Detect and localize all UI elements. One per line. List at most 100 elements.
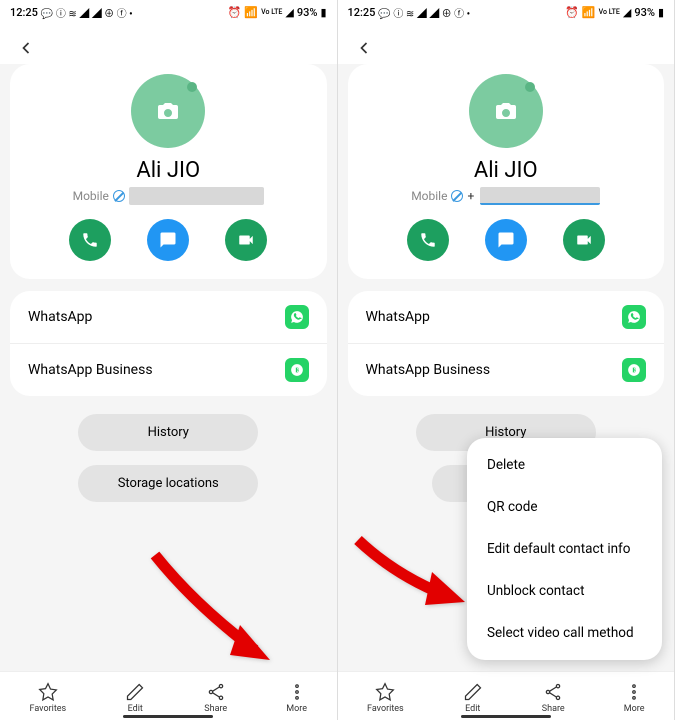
contact-avatar[interactable] [469,74,543,148]
business-label: WhatsApp Business [28,362,153,378]
app-section: WhatsApp WhatsApp Business [10,291,327,396]
contact-avatar[interactable] [131,74,205,148]
phone-plus: + [467,189,474,203]
share-icon [543,682,563,702]
more-dots-icon [287,682,307,702]
blocked-icon [113,190,125,202]
camera-icon [156,101,180,121]
history-chip[interactable]: History [78,414,258,451]
status-bar: 12:25 💬 ⓘ ≋ ◢ ◢ ⊕ ⓕ • ⏰ 📶 Vo LTE ◢ 93% ▮ [338,0,675,24]
status-time: 12:25 [348,6,376,19]
nav-share-label: Share [542,704,565,714]
menu-qr-code[interactable]: QR code [467,486,662,528]
contact-card: Ali JIO Mobile [10,64,327,279]
nav-more[interactable]: More [276,680,317,716]
phone-label: Mobile [73,189,109,203]
annotation-arrow-right [350,530,480,624]
nav-share-label: Share [204,704,227,714]
nav-share[interactable]: Share [532,680,575,716]
back-button[interactable] [354,36,374,64]
status-notification-icons: 💬 ⓘ ≋ ◢ ◢ ⊕ ⓕ • [41,5,133,20]
bottom-nav: Favorites Edit Share More [0,671,337,720]
phone-label: Mobile [411,189,447,203]
video-icon [575,231,593,249]
header [338,24,675,64]
storage-chip[interactable]: Storage locations [78,465,258,502]
signal-icon: ◢ [623,6,631,19]
nav-edit-label: Edit [128,704,143,714]
message-icon [159,231,177,249]
whatsapp-label: WhatsApp [28,309,92,325]
alarm-icon: ⏰ [565,6,579,19]
phone-number-redacted [480,187,600,205]
lte-indicator: Vo LTE [261,8,282,16]
nav-indicator [461,715,551,718]
whatsapp-icon [622,305,646,329]
header [0,24,337,64]
video-button[interactable] [563,219,605,261]
phone-icon [419,231,437,249]
whatsapp-business-icon [622,358,646,382]
status-right: ⏰ 📶 Vo LTE ◢ 93% ▮ [565,6,664,19]
nav-indicator [123,715,213,718]
call-button[interactable] [407,219,449,261]
nav-favorites[interactable]: Favorites [20,680,77,716]
nav-more[interactable]: More [614,680,655,716]
message-button[interactable] [147,219,189,261]
menu-unblock[interactable]: Unblock contact [467,570,662,612]
message-button[interactable] [485,219,527,261]
nav-share[interactable]: Share [194,680,237,716]
share-icon [206,682,226,702]
menu-edit-default[interactable]: Edit default contact info [467,528,662,570]
whatsapp-label: WhatsApp [366,309,430,325]
battery-icon: ▮ [658,6,664,19]
video-button[interactable] [225,219,267,261]
whatsapp-row[interactable]: WhatsApp [348,291,665,344]
screen-right: 12:25 💬 ⓘ ≋ ◢ ◢ ⊕ ⓕ • ⏰ 📶 Vo LTE ◢ 93% ▮… [338,0,675,720]
whatsapp-row[interactable]: WhatsApp [10,291,327,344]
camera-icon [494,101,518,121]
more-menu-popup: Delete QR code Edit default contact info… [467,438,662,660]
alarm-icon: ⏰ [228,6,242,19]
nav-favorites-label: Favorites [30,704,67,714]
screen-left: 12:25 💬 ⓘ ≋ ◢ ◢ ⊕ ⓕ • ⏰ 📶 Vo LTE ◢ 93% ▮… [0,0,338,720]
nav-edit[interactable]: Edit [115,680,155,716]
message-icon [497,231,515,249]
contact-name: Ali JIO [474,158,538,183]
call-button[interactable] [69,219,111,261]
menu-delete[interactable]: Delete [467,444,662,486]
whatsapp-business-row[interactable]: WhatsApp Business [10,344,327,396]
status-notification-icons: 💬 ⓘ ≋ ◢ ◢ ⊕ ⓕ • [378,5,470,20]
status-right: ⏰ 📶 Vo LTE ◢ 93% ▮ [228,6,327,19]
whatsapp-business-icon [285,358,309,382]
business-label: WhatsApp Business [366,362,491,378]
whatsapp-icon [285,305,309,329]
battery-icon: ▮ [320,6,326,19]
contact-card: Ali JIO Mobile + [348,64,665,279]
nav-favorites[interactable]: Favorites [357,680,414,716]
signal-icon: ◢ [285,6,293,19]
chip-section: History Storage locations [0,408,337,508]
app-section: WhatsApp WhatsApp Business [348,291,665,396]
phone-row: Mobile + [411,187,600,205]
back-button[interactable] [16,36,36,64]
blocked-icon [451,190,463,202]
battery-percent: 93% [297,6,318,19]
avatar-dot [525,82,535,92]
avatar-dot [187,82,197,92]
wifi-icon: 📶 [582,6,596,19]
phone-number-redacted [129,187,264,205]
nav-favorites-label: Favorites [367,704,404,714]
whatsapp-business-row[interactable]: WhatsApp Business [348,344,665,396]
status-left: 12:25 💬 ⓘ ≋ ◢ ◢ ⊕ ⓕ • [348,5,471,20]
nav-edit-label: Edit [465,704,480,714]
lte-indicator: Vo LTE [599,8,620,16]
more-dots-icon [624,682,644,702]
status-left: 12:25 💬 ⓘ ≋ ◢ ◢ ⊕ ⓕ • [10,5,133,20]
nav-edit[interactable]: Edit [453,680,493,716]
status-bar: 12:25 💬 ⓘ ≋ ◢ ◢ ⊕ ⓕ • ⏰ 📶 Vo LTE ◢ 93% ▮ [0,0,337,24]
menu-video-method[interactable]: Select video call method [467,612,662,654]
battery-percent: 93% [634,6,655,19]
action-buttons [407,219,605,261]
bottom-nav: Favorites Edit Share More [338,671,675,720]
